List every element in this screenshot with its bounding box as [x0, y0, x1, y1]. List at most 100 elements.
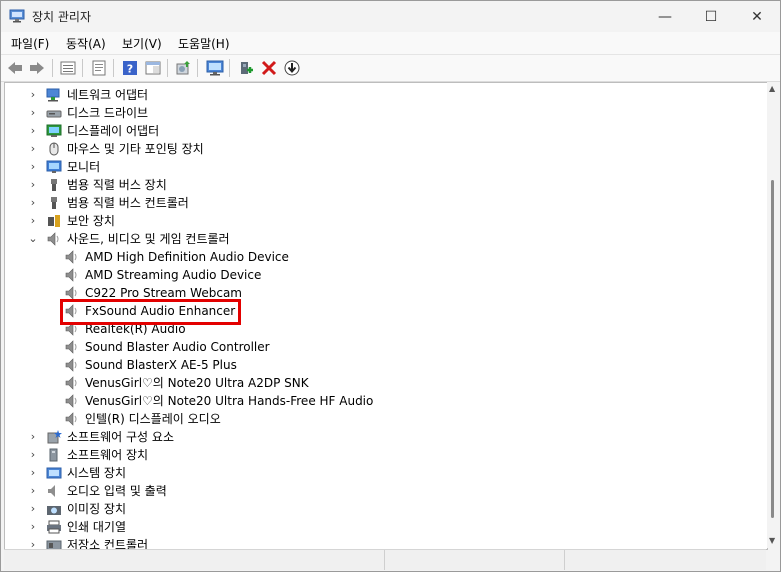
chevron-right-icon[interactable]: ›: [28, 518, 38, 536]
scroll-down-icon[interactable]: ▼: [769, 536, 775, 545]
tree-item-label: 사운드, 비디오 및 게임 컨트롤러: [67, 232, 230, 246]
menu-help[interactable]: 도움말(H): [178, 35, 230, 52]
minimize-button[interactable]: —: [642, 1, 688, 32]
tree-category-row[interactable]: › 소프트웨어 구성 요소: [5, 428, 765, 446]
tree-category-row[interactable]: › 소프트웨어 장치: [5, 446, 765, 464]
tree-item-label: 소프트웨어 구성 요소: [67, 430, 174, 444]
tree-category-row[interactable]: ⌄ 사운드, 비디오 및 게임 컨트롤러: [5, 230, 765, 248]
chevron-right-icon[interactable]: ›: [28, 536, 38, 549]
scrollbar-thumb[interactable]: [771, 180, 774, 518]
back-button[interactable]: [5, 58, 25, 78]
tree-item-label: 네트워크 어댑터: [67, 88, 149, 102]
tree-category-row[interactable]: › 디스플레이 어댑터: [5, 122, 765, 140]
down-arrow-circle-icon: [284, 60, 300, 76]
tree-category-row[interactable]: › 범용 직렬 버스 컨트롤러: [5, 194, 765, 212]
list-view-icon: [60, 61, 76, 75]
chevron-right-icon[interactable]: ›: [28, 464, 38, 482]
chevron-right-icon[interactable]: ›: [28, 86, 38, 104]
chevron-right-icon[interactable]: ›: [28, 428, 38, 446]
action-view-button[interactable]: [143, 58, 163, 78]
software-component-icon: [47, 430, 62, 444]
tree-item-label: 저장소 컨트롤러: [67, 538, 149, 550]
tree-device-row[interactable]: VenusGirl♡의 Note20 Ultra Hands-Free HF A…: [5, 392, 765, 410]
forward-button[interactable]: [27, 58, 47, 78]
tree-category-row[interactable]: › 시스템 장치: [5, 464, 765, 482]
menu-file[interactable]: 파일(F): [11, 35, 49, 52]
chevron-right-icon[interactable]: ›: [28, 500, 38, 518]
tree-device-row[interactable]: AMD High Definition Audio Device: [5, 248, 765, 266]
chevron-right-icon[interactable]: ›: [28, 446, 38, 464]
software-device-icon: [49, 448, 58, 462]
device-tree[interactable]: › 네트워크 어댑터 › 디스크 드라이브 › 디스플레이 어댑터 › 마우스 및 기타 포인…: [4, 82, 768, 550]
update-driver-button[interactable]: [173, 58, 193, 78]
chevron-right-icon[interactable]: ›: [28, 482, 38, 500]
chevron-right-icon[interactable]: ›: [28, 158, 38, 176]
toolbar-separator: [197, 59, 198, 77]
tree-device-row[interactable]: VenusGirl♡의 Note20 Ultra A2DP SNK: [5, 374, 765, 392]
scan-hardware-button[interactable]: [205, 58, 225, 78]
close-button[interactable]: ✕: [734, 1, 780, 32]
tree-device-row[interactable]: AMD Streaming Audio Device: [5, 266, 765, 284]
chevron-right-icon[interactable]: ›: [28, 194, 38, 212]
arrow-left-icon: [8, 62, 22, 74]
title-bar[interactable]: 장치 관리자 — ☐ ✕: [1, 1, 780, 32]
maximize-icon: ☐: [704, 8, 718, 25]
tree-category-row[interactable]: › 네트워크 어댑터: [5, 86, 765, 104]
tree-item-label: Sound BlasterX AE-5 Plus: [85, 358, 237, 372]
chevron-right-icon[interactable]: ›: [28, 122, 38, 140]
tree-item-label: 인쇄 대기열: [67, 520, 127, 534]
speaker-icon: [65, 340, 77, 354]
tree-item-label: AMD Streaming Audio Device: [85, 268, 262, 282]
vertical-scrollbar[interactable]: ▲ ▼: [767, 82, 780, 548]
chevron-right-icon[interactable]: ›: [28, 176, 38, 194]
speaker-icon: [65, 394, 77, 408]
tree-category-row[interactable]: › 디스크 드라이브: [5, 104, 765, 122]
menu-view[interactable]: 보기(V): [122, 35, 162, 52]
device-tree-view-button[interactable]: [58, 58, 78, 78]
arrow-right-icon: [30, 62, 44, 74]
tree-category-row[interactable]: › 이미징 장치: [5, 500, 765, 518]
maximize-button[interactable]: ☐: [688, 1, 734, 32]
toolbar-separator: [82, 59, 83, 77]
tree-device-row[interactable]: Sound Blaster Audio Controller: [5, 338, 765, 356]
chevron-right-icon[interactable]: ›: [28, 212, 38, 230]
chevron-right-icon[interactable]: ›: [28, 140, 38, 158]
tree-item-label: 마우스 및 기타 포인팅 장치: [67, 142, 204, 156]
scroll-up-icon[interactable]: ▲: [769, 84, 775, 93]
tree-item-label: 디스크 드라이브: [67, 106, 149, 120]
uninstall-device-button[interactable]: [259, 58, 279, 78]
help-button[interactable]: ?: [120, 58, 140, 78]
camera-icon: [47, 506, 61, 515]
status-segment: [564, 550, 565, 570]
chevron-right-icon[interactable]: ›: [28, 104, 38, 122]
properties-button[interactable]: [89, 58, 109, 78]
speaker-icon: [65, 358, 77, 372]
disable-device-button[interactable]: [282, 58, 302, 78]
tree-category-row[interactable]: › 마우스 및 기타 포인팅 장치: [5, 140, 765, 158]
tree-category-row[interactable]: › 오디오 입력 및 출력: [5, 482, 765, 500]
red-x-icon: [261, 60, 277, 76]
speaker-icon: [65, 250, 77, 264]
tree-category-row[interactable]: › 모니터: [5, 158, 765, 176]
tree-device-row[interactable]: 인텔(R) 디스플레이 오디오: [5, 410, 765, 428]
speaker-icon: [65, 376, 77, 390]
tree-device-row[interactable]: Sound BlasterX AE-5 Plus: [5, 356, 765, 374]
toolbar-separator: [167, 59, 168, 77]
menu-action[interactable]: 동작(A): [66, 35, 106, 52]
speaker-icon: [65, 268, 77, 282]
enable-device-button[interactable]: [236, 58, 256, 78]
tree-category-row[interactable]: › 인쇄 대기열: [5, 518, 765, 536]
highlight-box: [60, 299, 241, 325]
tree-item-label: Sound Blaster Audio Controller: [85, 340, 270, 354]
speaker-icon: [47, 232, 59, 246]
speaker-icon: [65, 412, 77, 426]
tree-item-label: 보안 장치: [67, 214, 115, 228]
tree-item-label: 시스템 장치: [67, 466, 127, 480]
tree-category-row[interactable]: › 보안 장치: [5, 212, 765, 230]
chevron-down-icon[interactable]: ⌄: [28, 230, 38, 248]
tree-category-row[interactable]: › 범용 직렬 버스 장치: [5, 176, 765, 194]
tree-category-row[interactable]: › 저장소 컨트롤러: [5, 536, 765, 550]
system-device-icon: [46, 467, 62, 479]
status-bar: [4, 549, 766, 570]
toolbar: ?: [1, 54, 780, 82]
